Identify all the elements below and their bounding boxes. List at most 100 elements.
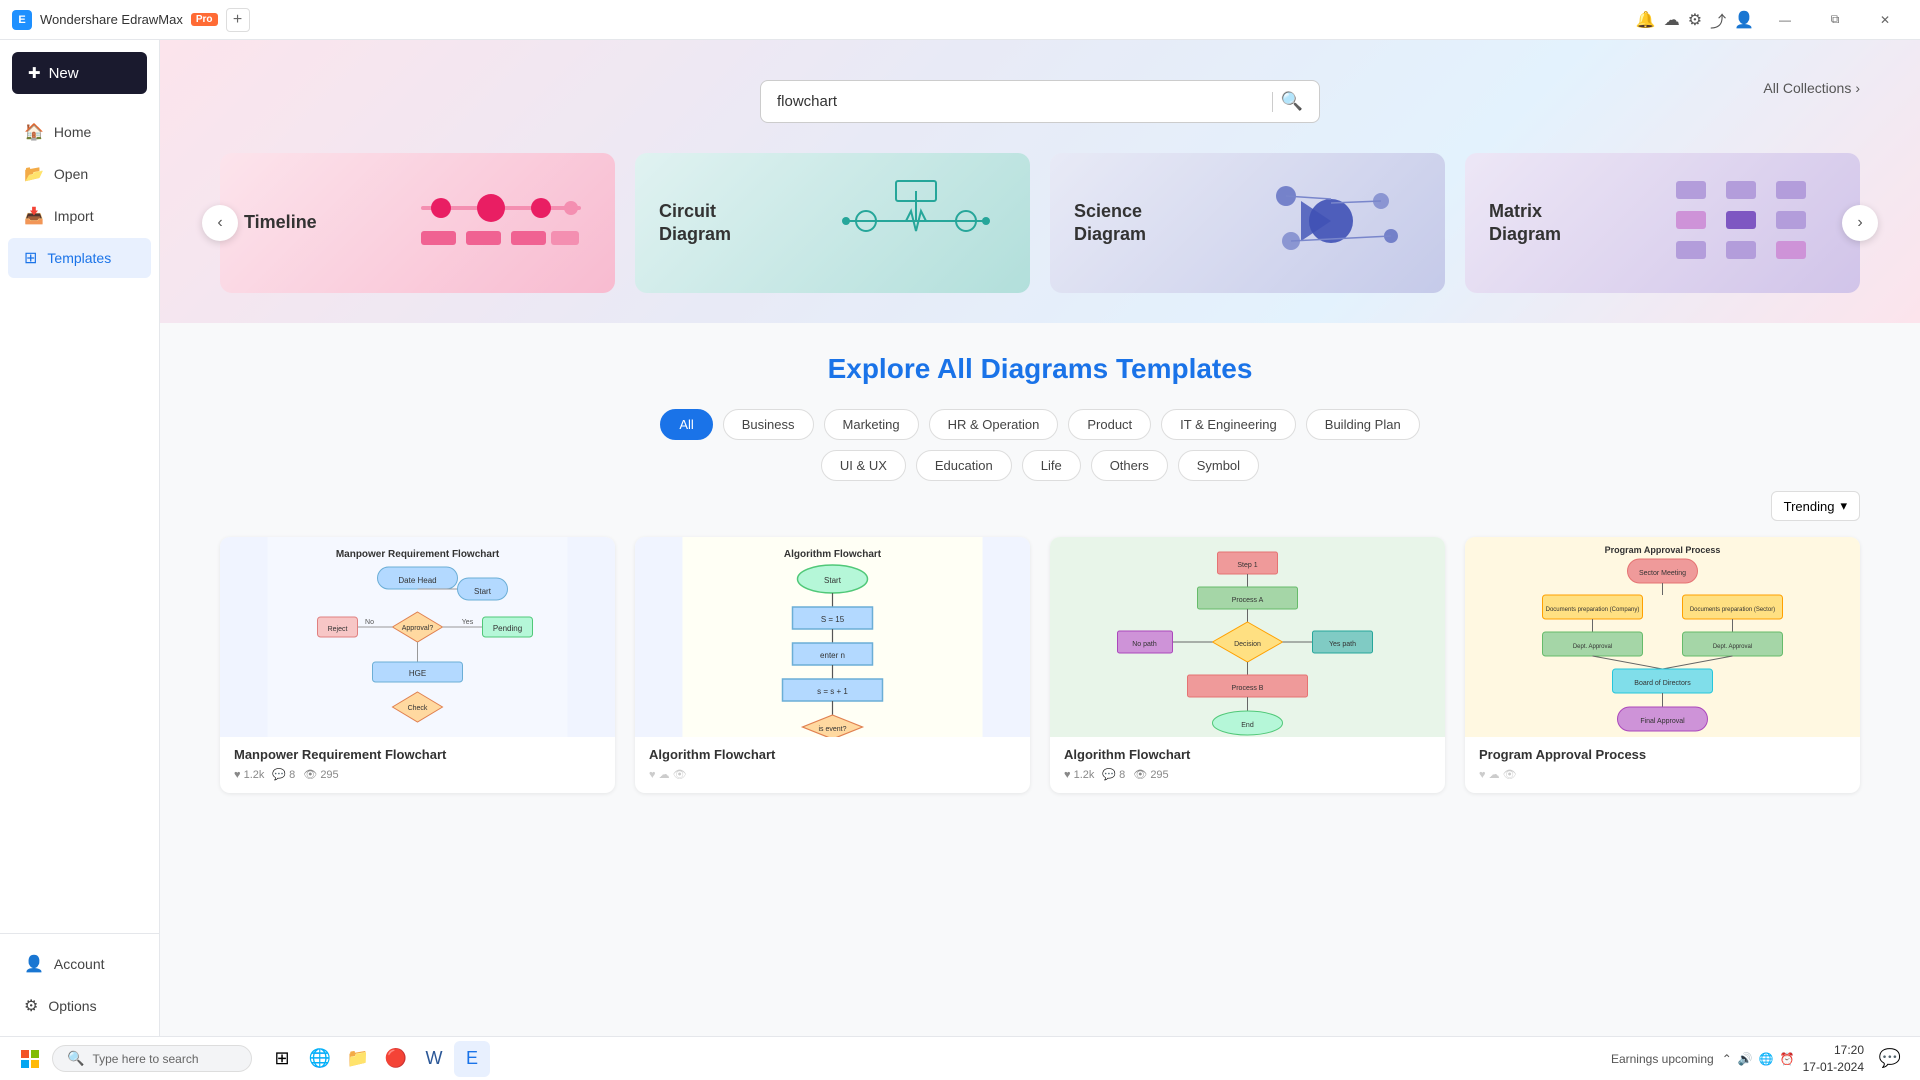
new-button[interactable]: ✚ New bbox=[12, 52, 147, 94]
taskbar-notifications[interactable]: ⌃ 🔊 🌐 ⏰ bbox=[1722, 1052, 1795, 1066]
taskbar-search[interactable]: 🔍 Type here to search bbox=[52, 1045, 252, 1072]
filter-ui[interactable]: UI & UX bbox=[821, 450, 906, 481]
svg-text:Manpower Requirement Flowchart: Manpower Requirement Flowchart bbox=[336, 549, 500, 560]
template-card-algorithm1[interactable]: Algorithm Flowchart Start S = 15 enter bbox=[635, 537, 1030, 793]
template-card-algorithm2[interactable]: Step 1 Process A Decision Process B bbox=[1050, 537, 1445, 793]
svg-text:Process B: Process B bbox=[1232, 685, 1264, 692]
filter-education[interactable]: Education bbox=[916, 450, 1012, 481]
template-thumb-algorithm2: Step 1 Process A Decision Process B bbox=[1050, 537, 1445, 737]
sidebar-item-import[interactable]: 📥 Import bbox=[8, 196, 151, 236]
svg-text:Start: Start bbox=[474, 587, 492, 596]
explore-prefix: Explore bbox=[828, 353, 931, 384]
account-icon[interactable]: 👤 bbox=[1734, 10, 1754, 30]
notification-icon[interactable]: 🔔 bbox=[1636, 10, 1656, 30]
open-icon: 📂 bbox=[24, 164, 44, 184]
search-bar[interactable]: 🔍 bbox=[760, 80, 1320, 123]
cloud-icon[interactable]: ☁ bbox=[1664, 10, 1680, 30]
search-icon[interactable]: 🔍 bbox=[1281, 91, 1303, 112]
card-image-circuit bbox=[826, 171, 1006, 276]
svg-text:Dept. Approval: Dept. Approval bbox=[1713, 644, 1752, 650]
explore-highlight: All Diagrams Templates bbox=[937, 353, 1252, 384]
minimize-button[interactable]: — bbox=[1762, 4, 1808, 36]
filter-all[interactable]: All bbox=[660, 409, 712, 440]
edrawmax-icon[interactable]: E bbox=[454, 1041, 490, 1077]
svg-text:is event?: is event? bbox=[818, 726, 846, 733]
template-meta-algorithm1: ♥ ☁ 👁 bbox=[649, 768, 1016, 781]
template-title-algorithm2: Algorithm Flowchart bbox=[1064, 747, 1431, 762]
svg-text:Pending: Pending bbox=[493, 624, 522, 633]
svg-text:Step 1: Step 1 bbox=[1237, 562, 1257, 569]
template-card-approval[interactable]: Program Approval Process Sector Meeting … bbox=[1465, 537, 1860, 793]
earnings-upcoming: Earnings upcoming bbox=[1611, 1052, 1714, 1066]
filter-it[interactable]: IT & Engineering bbox=[1161, 409, 1296, 440]
chrome-icon[interactable]: 🔴 bbox=[378, 1041, 414, 1077]
filter-row-1: All Business Marketing HR & Operation Pr… bbox=[220, 409, 1860, 440]
card-image-science bbox=[1241, 171, 1421, 276]
template-title-approval: Program Approval Process bbox=[1479, 747, 1846, 762]
carousel-card-matrix[interactable]: Matrix Diagram bbox=[1465, 153, 1860, 293]
svg-text:s = s + 1: s = s + 1 bbox=[817, 687, 848, 696]
sidebar-item-account[interactable]: 👤 Account bbox=[8, 944, 151, 984]
svg-text:Decision: Decision bbox=[1234, 641, 1261, 648]
word-icon[interactable]: W bbox=[416, 1041, 452, 1077]
filter-product[interactable]: Product bbox=[1068, 409, 1151, 440]
taskview-icon[interactable]: ⊞ bbox=[264, 1041, 300, 1077]
card-image-matrix bbox=[1656, 171, 1836, 276]
card-label-science: Science Diagram bbox=[1074, 200, 1174, 247]
sidebar-item-options[interactable]: ⚙ Options bbox=[8, 986, 151, 1026]
template-info-algorithm2: Algorithm Flowchart ♥ 1.2k 💬 8 👁 295 bbox=[1050, 737, 1445, 793]
close-button[interactable]: ✕ bbox=[1862, 4, 1908, 36]
sort-label: Trending bbox=[1784, 499, 1835, 514]
add-tab-button[interactable]: + bbox=[226, 8, 250, 32]
svg-text:Approval?: Approval? bbox=[402, 625, 434, 632]
taskbar-right: Earnings upcoming ⌃ 🔊 🌐 ⏰ 17:20 17-01-20… bbox=[1611, 1041, 1908, 1077]
filter-others[interactable]: Others bbox=[1091, 450, 1168, 481]
sidebar-label-open: Open bbox=[54, 166, 88, 182]
chevron-right-icon: › bbox=[1855, 80, 1860, 96]
start-button[interactable] bbox=[12, 1041, 48, 1077]
svg-text:Reject: Reject bbox=[328, 626, 348, 633]
share-icon[interactable]: ⤴ bbox=[1710, 8, 1726, 32]
notification-center-icon[interactable]: 💬 bbox=[1872, 1041, 1908, 1077]
template-info-manpower: Manpower Requirement Flowchart ♥ 1.2k 💬 … bbox=[220, 737, 615, 793]
carousel-prev-button[interactable]: ‹ bbox=[202, 205, 238, 241]
svg-text:Yes: Yes bbox=[462, 619, 474, 626]
explore-section: Explore All Diagrams Templates All Busin… bbox=[160, 323, 1920, 823]
svg-text:Algorithm Flowchart: Algorithm Flowchart bbox=[784, 549, 882, 560]
main-layout: ✚ New 🏠 Home 📂 Open 📥 Import ⊞ Templates bbox=[0, 40, 1920, 1036]
files-icon[interactable]: 📁 bbox=[340, 1041, 376, 1077]
filter-business[interactable]: Business bbox=[723, 409, 814, 440]
carousel-card-science[interactable]: Science Diagram bbox=[1050, 153, 1445, 293]
template-card-manpower[interactable]: Manpower Requirement Flowchart Date Head… bbox=[220, 537, 615, 793]
sort-dropdown[interactable]: Trending ▾ bbox=[1771, 491, 1860, 521]
filter-life[interactable]: Life bbox=[1022, 450, 1081, 481]
sidebar-item-home[interactable]: 🏠 Home bbox=[8, 112, 151, 152]
svg-text:HGE: HGE bbox=[409, 669, 426, 678]
svg-text:Documents preparation (Sector): Documents preparation (Sector) bbox=[1690, 607, 1775, 613]
all-collections-link[interactable]: All Collections › bbox=[1763, 80, 1860, 96]
carousel-card-circuit[interactable]: Circuit Diagram bbox=[635, 153, 1030, 293]
svg-text:S = 15: S = 15 bbox=[821, 615, 845, 624]
template-thumb-algorithm1: Algorithm Flowchart Start S = 15 enter bbox=[635, 537, 1030, 737]
settings-icon[interactable]: ⚙ bbox=[1688, 10, 1702, 30]
filter-marketing[interactable]: Marketing bbox=[824, 409, 919, 440]
options-icon: ⚙ bbox=[24, 996, 38, 1016]
taskbar-items: ⊞ 🌐 📁 🔴 W E bbox=[264, 1041, 490, 1077]
search-input[interactable] bbox=[777, 93, 1264, 110]
carousel-next-button[interactable]: › bbox=[1842, 205, 1878, 241]
filter-symbol[interactable]: Symbol bbox=[1178, 450, 1259, 481]
carousel-card-timeline[interactable]: Timeline bbox=[220, 153, 615, 293]
filter-row-2: UI & UX Education Life Others Symbol bbox=[220, 450, 1860, 481]
edge-icon[interactable]: 🌐 bbox=[302, 1041, 338, 1077]
sidebar-label-account: Account bbox=[54, 956, 105, 972]
svg-text:Final Approval: Final Approval bbox=[1640, 718, 1685, 725]
sidebar-item-templates[interactable]: ⊞ Templates bbox=[8, 238, 151, 278]
filter-hr[interactable]: HR & Operation bbox=[929, 409, 1059, 440]
sidebar-item-open[interactable]: 📂 Open bbox=[8, 154, 151, 194]
sidebar: ✚ New 🏠 Home 📂 Open 📥 Import ⊞ Templates bbox=[0, 40, 160, 1036]
svg-text:Board of Directors: Board of Directors bbox=[1634, 680, 1691, 687]
sidebar-label-templates: Templates bbox=[47, 250, 111, 266]
filter-building[interactable]: Building Plan bbox=[1306, 409, 1420, 440]
maximize-button[interactable]: ⧉ bbox=[1812, 4, 1858, 36]
template-info-algorithm1: Algorithm Flowchart ♥ ☁ 👁 bbox=[635, 737, 1030, 793]
